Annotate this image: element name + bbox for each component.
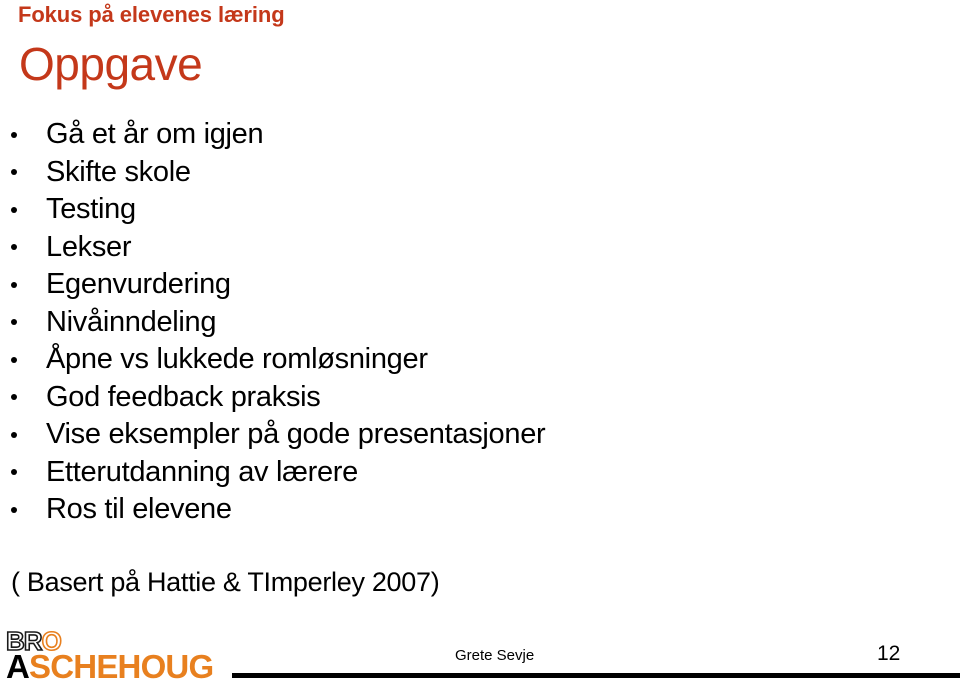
list-item: Nivåinndeling: [0, 304, 900, 342]
bullet-dot-icon: [11, 431, 17, 438]
list-item: Lekser: [0, 229, 900, 267]
list-item-label: Ros til elevene: [46, 493, 232, 525]
slide-footer: BRO ASCHEHOUG Grete Sevje 12: [0, 620, 960, 689]
page-title: Oppgave: [19, 38, 203, 90]
list-item: Vise eksempler på gode presentasjoner: [0, 416, 900, 454]
list-item-label: Nivåinndeling: [46, 305, 217, 338]
list-item: Testing: [0, 191, 900, 229]
list-item-label: Skifte skole: [46, 155, 191, 188]
bullet-dot-icon: [11, 356, 17, 363]
list-item: Åpne vs lukkede romløsninger: [0, 341, 900, 379]
logo-aschehoug-initial: A: [6, 648, 30, 685]
logo-line-aschehoug: ASCHEHOUG: [6, 648, 214, 685]
bullet-dot-icon: [11, 281, 17, 288]
list-item-label: Lekser: [46, 230, 132, 263]
bullet-dot-icon: [11, 169, 17, 176]
slide-kicker: Fokus på elevenes læring: [18, 2, 285, 27]
list-item: Egenvurdering: [0, 266, 900, 304]
list-item: God feedback praksis: [0, 379, 900, 417]
bullet-dot-icon: [11, 244, 17, 251]
logo-aschehoug-rest: SCHEHOUG: [29, 648, 214, 685]
list-item-label: Åpne vs lukkede romløsninger: [46, 343, 428, 375]
footer-divider-rule: [232, 673, 960, 678]
bullet-dot-icon: [11, 394, 17, 401]
bullet-dot-icon: [11, 469, 17, 476]
bullet-dot-icon: [11, 319, 17, 326]
page-number: 12: [877, 642, 901, 665]
list-item-label: Vise eksempler på gode presentasjoner: [46, 418, 546, 450]
bro-aschehoug-logo: BRO ASCHEHOUG: [5, 627, 226, 685]
list-item-label: Gå et år om igjen: [46, 118, 264, 150]
bullet-list: Gå et år om igjen Skifte skole Testing L…: [0, 116, 900, 529]
list-item-label: Etterutdanning av lærere: [46, 455, 358, 488]
list-item-label: Testing: [46, 193, 136, 225]
source-citation: ( Basert på Hattie & TImperley 2007): [11, 567, 440, 597]
bullet-dot-icon: [11, 206, 17, 213]
list-item-label: Egenvurdering: [46, 268, 231, 300]
bullet-dot-icon: [11, 506, 17, 513]
list-item: Gå et år om igjen: [0, 116, 900, 154]
slide-canvas: Fokus på elevenes læring Oppgave Gå et å…: [0, 0, 960, 689]
list-item-label: God feedback praksis: [46, 380, 321, 413]
footer-author: Grete Sevje: [455, 647, 535, 664]
list-item: Skifte skole: [0, 154, 900, 192]
list-item: Etterutdanning av lærere: [0, 454, 900, 492]
bullet-dot-icon: [11, 131, 17, 138]
list-item: Ros til elevene: [0, 491, 900, 529]
